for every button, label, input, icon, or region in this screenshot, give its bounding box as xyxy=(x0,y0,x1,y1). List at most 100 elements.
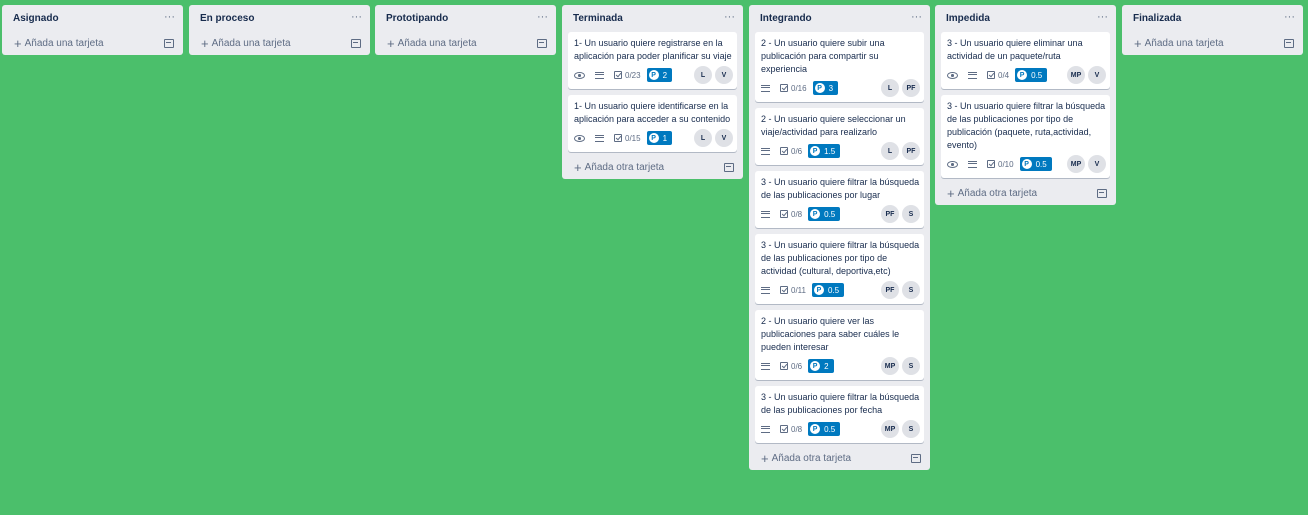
card-template-icon[interactable] xyxy=(351,39,361,48)
card[interactable]: 1- Un usuario quiere registrarse en la a… xyxy=(568,32,737,89)
points-icon: P xyxy=(1021,159,1032,169)
add-card-label: + Añada una tarjeta xyxy=(1134,37,1224,50)
member-avatar[interactable]: S xyxy=(902,420,920,438)
member-avatar[interactable]: MP xyxy=(1067,66,1085,84)
points-value: 0.5 xyxy=(824,209,836,219)
list-menu-icon[interactable]: ··· xyxy=(537,11,548,26)
card-title: 1- Un usuario quiere registrarse en la a… xyxy=(574,38,732,61)
card[interactable]: 3 - Un usuario quiere filtrar la búsqued… xyxy=(941,95,1110,178)
member-avatar[interactable]: S xyxy=(902,205,920,223)
add-card-button[interactable]: + Añada otra tarjeta xyxy=(568,156,737,179)
card-members: L PF xyxy=(878,142,920,160)
add-card-button[interactable]: + Añada una tarjeta xyxy=(195,32,364,55)
member-avatar[interactable]: PF xyxy=(881,205,899,223)
member-avatar[interactable]: S xyxy=(902,357,920,375)
card[interactable]: 2 - Un usuario quiere ver las publicacio… xyxy=(755,310,924,380)
list-menu-icon[interactable]: ··· xyxy=(911,11,922,26)
member-avatar[interactable]: MP xyxy=(881,420,899,438)
list-title[interactable]: Terminada xyxy=(573,13,623,24)
member-avatar[interactable]: L xyxy=(881,79,899,97)
member-avatar[interactable]: V xyxy=(1088,155,1106,173)
list-title[interactable]: Integrando xyxy=(760,13,812,24)
checklist-count: 0/8 xyxy=(791,424,803,434)
checklist-badge: 0/10 xyxy=(987,160,1014,169)
add-card-button[interactable]: + Añada una tarjeta xyxy=(1128,32,1297,55)
points-badge: P 0.5 xyxy=(811,283,845,297)
eye-shape xyxy=(574,134,585,142)
lines-shape xyxy=(761,147,770,155)
member-avatar[interactable]: S xyxy=(902,281,920,299)
plus-icon: + xyxy=(387,36,395,51)
add-card-button[interactable]: + Añada una tarjeta xyxy=(381,32,550,55)
card-members: MP S xyxy=(878,420,920,438)
card-badges: 0/6 P 2 MP S xyxy=(761,356,920,376)
card[interactable]: 3 - Un usuario quiere filtrar la búsqued… xyxy=(755,234,924,304)
card[interactable]: 2 - Un usuario quiere subir una publicac… xyxy=(755,32,924,102)
card-template-icon[interactable] xyxy=(724,163,734,172)
add-card-button[interactable]: + Añada otra tarjeta xyxy=(941,182,1110,205)
add-card-button[interactable]: + Añada una tarjeta xyxy=(8,32,177,55)
points-badge: P3 xyxy=(812,81,839,95)
checklist-badge: 0/15 xyxy=(614,134,641,143)
card-title: 2 - Un usuario quiere ver las publicacio… xyxy=(761,316,900,352)
list-title[interactable]: Finalizada xyxy=(1133,13,1181,24)
card-template-icon[interactable] xyxy=(1097,189,1107,198)
card-template-icon[interactable] xyxy=(911,454,921,463)
list-title[interactable]: Prototipando xyxy=(386,13,448,24)
list-en-proceso: En proceso ··· + Añada una tarjeta xyxy=(189,5,370,55)
description-icon xyxy=(968,160,977,168)
card-template-icon[interactable] xyxy=(1284,39,1294,48)
points-value: 0.5 xyxy=(824,424,836,434)
card[interactable]: 1- Un usuario quiere identificarse en la… xyxy=(568,95,737,152)
plus-icon: + xyxy=(201,36,209,51)
member-avatar[interactable]: PF xyxy=(881,281,899,299)
checklist-icon xyxy=(614,71,622,79)
list-title[interactable]: En proceso xyxy=(200,13,254,24)
list-menu-icon[interactable]: ··· xyxy=(1097,11,1108,26)
plus-icon: + xyxy=(14,36,22,51)
list-header: Terminada ··· xyxy=(568,5,737,32)
list-title[interactable]: Impedida xyxy=(946,13,990,24)
card-title: 3 - Un usuario quiere filtrar la búsqued… xyxy=(761,177,920,200)
points-icon: P xyxy=(810,424,821,434)
list-menu-icon[interactable]: ··· xyxy=(351,11,362,26)
card-template-icon[interactable] xyxy=(537,39,547,48)
card-members: LV xyxy=(691,66,733,84)
checklist-count: 0/4 xyxy=(998,70,1010,80)
points-value: 3 xyxy=(828,83,834,93)
member-avatar[interactable]: PF xyxy=(902,79,920,97)
card[interactable]: 3 - Un usuario quiere eliminar una activ… xyxy=(941,32,1110,89)
checklist-icon xyxy=(780,362,788,370)
member-avatar[interactable]: V xyxy=(1088,66,1106,84)
plus-icon: + xyxy=(574,160,582,175)
description-icon xyxy=(761,425,770,433)
member-avatar[interactable]: MP xyxy=(881,357,899,375)
member-avatar[interactable]: L xyxy=(694,129,712,147)
lines-shape xyxy=(595,71,604,79)
member-avatar[interactable]: V xyxy=(715,129,733,147)
member-avatar[interactable]: PF xyxy=(902,142,920,160)
list-title[interactable]: Asignado xyxy=(13,13,59,24)
member-avatar[interactable]: L xyxy=(694,66,712,84)
list-menu-icon[interactable]: ··· xyxy=(164,11,175,26)
add-card-text: Añada otra tarjeta xyxy=(957,188,1038,199)
add-card-label: + Añada otra tarjeta xyxy=(761,452,851,465)
card-members: MP V xyxy=(1064,155,1106,173)
card[interactable]: 2 - Un usuario quiere seleccionar un via… xyxy=(755,108,924,165)
plus-icon: + xyxy=(947,186,955,201)
card[interactable]: 3 - Un usuario quiere filtrar la búsqued… xyxy=(755,386,924,443)
list-menu-icon[interactable]: ··· xyxy=(1284,11,1295,26)
member-avatar[interactable]: L xyxy=(881,142,899,160)
lines-shape xyxy=(761,425,770,433)
card[interactable]: 3 - Un usuario quiere filtrar la búsqued… xyxy=(755,171,924,228)
card-badges: 0/10 P 0.5 MP V xyxy=(947,154,1106,174)
member-avatar[interactable]: MP xyxy=(1067,155,1085,173)
add-card-button[interactable]: + Añada otra tarjeta xyxy=(755,447,924,470)
member-avatar[interactable]: V xyxy=(715,66,733,84)
description-icon xyxy=(761,84,770,92)
card-template-icon[interactable] xyxy=(164,39,174,48)
points-icon: P xyxy=(810,361,821,371)
list-menu-icon[interactable]: ··· xyxy=(724,11,735,26)
points-badge: P2 xyxy=(808,359,834,373)
card-badges: 0/15 P 1 L V xyxy=(574,128,733,148)
